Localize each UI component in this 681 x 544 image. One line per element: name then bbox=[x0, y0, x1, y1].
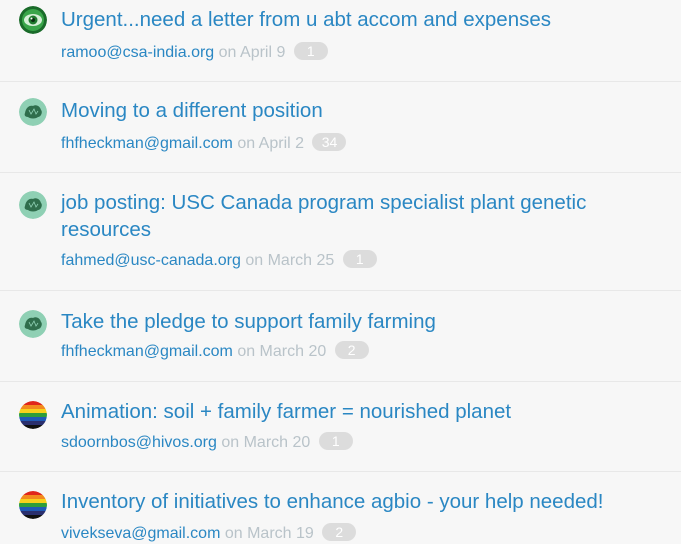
reply-count-badge: 2 bbox=[322, 523, 357, 541]
leaf-avatar bbox=[19, 310, 47, 338]
thread-date: on March 20 bbox=[221, 434, 311, 451]
thread-author-link[interactable]: fhfheckman@gmail.com bbox=[61, 343, 233, 360]
thread-title-link[interactable]: job posting: USC Canada program speciali… bbox=[61, 189, 667, 243]
thread-author-link[interactable]: fahmed@usc-canada.org bbox=[61, 252, 241, 269]
thread-meta: fahmed@usc-canada.org on March 25 1 bbox=[61, 250, 377, 271]
thread-item: Take the pledge to support family farmin… bbox=[0, 291, 681, 382]
thread-meta: ramoo@csa-india.org on April 9 1 bbox=[61, 42, 328, 63]
thread-item: Animation: soil + family farmer = nouris… bbox=[0, 382, 681, 472]
reply-count-badge: 1 bbox=[293, 42, 328, 60]
thread-date: on March 20 bbox=[237, 343, 327, 360]
leaf-avatar bbox=[19, 191, 47, 219]
thread-meta: fhfheckman@gmail.com on April 2 34 bbox=[61, 133, 347, 154]
thread-item: job posting: USC Canada program speciali… bbox=[0, 173, 681, 291]
thread-title-link[interactable]: Moving to a different position bbox=[61, 97, 667, 124]
thread-date: on April 9 bbox=[218, 44, 286, 61]
thread-date: on April 2 bbox=[237, 135, 305, 152]
thread-item: Moving to a different position fhfheckma… bbox=[0, 82, 681, 173]
leaf-avatar bbox=[19, 98, 47, 126]
thread-author-link[interactable]: sdoornbos@hivos.org bbox=[61, 434, 217, 451]
rainbow-avatar bbox=[19, 401, 47, 429]
thread-date: on March 19 bbox=[224, 525, 314, 542]
thread-author-link[interactable]: fhfheckman@gmail.com bbox=[61, 135, 233, 152]
thread-item: Inventory of initiatives to enhance agbi… bbox=[0, 472, 681, 544]
thread-title-link[interactable]: Urgent...need a letter from u abt accom … bbox=[61, 6, 667, 33]
thread-title-link[interactable]: Inventory of initiatives to enhance agbi… bbox=[61, 488, 667, 515]
thread-item: Urgent...need a letter from u abt accom … bbox=[0, 0, 681, 82]
reply-count-badge: 34 bbox=[312, 133, 347, 151]
thread-meta: sdoornbos@hivos.org on March 20 1 bbox=[61, 432, 353, 453]
rainbow-avatar bbox=[19, 491, 47, 519]
thread-title-link[interactable]: Take the pledge to support family farmin… bbox=[61, 308, 667, 335]
thread-meta: fhfheckman@gmail.com on March 20 2 bbox=[61, 341, 369, 362]
thread-list: Urgent...need a letter from u abt accom … bbox=[0, 0, 681, 544]
reply-count-badge: 2 bbox=[334, 341, 369, 359]
thread-author-link[interactable]: vivekseva@gmail.com bbox=[61, 525, 220, 542]
thread-author-link[interactable]: ramoo@csa-india.org bbox=[61, 44, 214, 61]
reply-count-badge: 1 bbox=[342, 250, 377, 268]
eye-avatar bbox=[19, 6, 47, 34]
reply-count-badge: 1 bbox=[318, 432, 353, 450]
thread-title-link[interactable]: Animation: soil + family farmer = nouris… bbox=[61, 398, 667, 425]
thread-meta: vivekseva@gmail.com on March 19 2 bbox=[61, 523, 357, 544]
thread-date: on March 25 bbox=[245, 252, 335, 269]
